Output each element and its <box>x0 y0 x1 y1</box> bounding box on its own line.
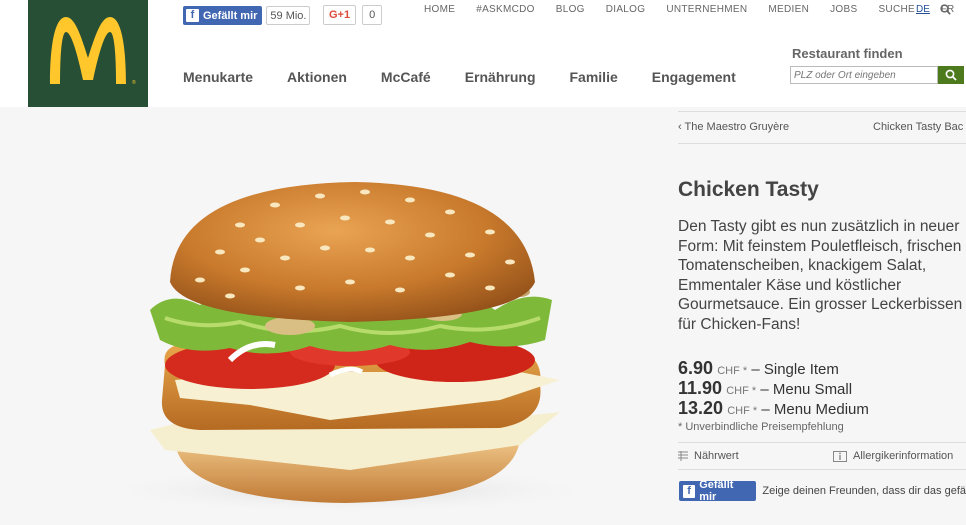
price-currency: CHF * <box>727 405 758 417</box>
product-nav-divider-bottom <box>678 143 966 144</box>
facebook-like-count: 59 Mio. <box>266 6 311 25</box>
facebook-icon: f <box>186 9 199 22</box>
google-plus-count: 0 <box>362 5 383 25</box>
google-plus-widget[interactable]: G+1 0 <box>323 5 383 25</box>
next-product-link[interactable]: Chicken Tasty Bac <box>873 121 963 133</box>
main-navigation: Menukarte Aktionen McCafé Ernährung Fami… <box>183 69 770 85</box>
price-list: 6.90 CHF * – Single Item 11.90 CHF * – M… <box>678 358 869 418</box>
topnav-medien[interactable]: MEDIEN <box>768 4 809 15</box>
info-icon <box>833 450 847 462</box>
mcdonalds-logo[interactable]: ® <box>28 0 148 107</box>
search-icon <box>945 69 957 81</box>
product-title: Chicken Tasty <box>678 178 819 201</box>
price-note: * Unverbindliche Preisempfehlung <box>678 421 844 433</box>
language-fr[interactable]: FR <box>941 4 954 15</box>
mainnav-ernaehrung[interactable]: Ernährung <box>465 69 536 85</box>
next-product-label: Chicken Tasty Bac <box>873 121 964 133</box>
facebook-like-button[interactable]: f Gefällt mir <box>183 6 263 25</box>
price-value: 11.90 <box>678 378 723 398</box>
topnav-jobs[interactable]: JOBS <box>830 4 857 15</box>
info-divider-top <box>678 442 966 443</box>
facebook-like-label: Gefällt mir <box>699 479 734 503</box>
mainnav-mccafe[interactable]: McCafé <box>381 69 431 85</box>
mainnav-engagement[interactable]: Engagement <box>652 69 736 85</box>
facebook-icon: f <box>683 484 696 498</box>
svg-text:®: ® <box>132 79 136 86</box>
nutrition-link[interactable]: Nährwert <box>678 450 739 462</box>
facebook-share-widget: f Gefällt mir Zeige deinen Freunden, das… <box>679 479 966 503</box>
nutrition-label: Nährwert <box>694 450 739 462</box>
topnav-unternehmen[interactable]: UNTERNEHMEN <box>666 4 747 15</box>
facebook-share-text: Zeige deinen Freunden, dass dir das gefä <box>762 485 966 497</box>
price-label: – Single Item <box>751 361 839 378</box>
previous-product-label: The Maestro Gruyère <box>684 121 790 133</box>
top-navigation: HOME #ASKMCDO BLOG DIALOG UNTERNEHMEN ME… <box>424 4 951 15</box>
previous-product-link[interactable]: ‹ The Maestro Gruyère <box>678 121 789 133</box>
price-currency: CHF * <box>717 365 748 377</box>
restaurant-search-button[interactable] <box>938 66 964 84</box>
price-label: – Menu Small <box>760 381 853 398</box>
price-row: 11.90 CHF * – Menu Small <box>678 378 869 398</box>
price-row: 13.20 CHF * – Menu Medium <box>678 398 869 418</box>
product-description: Den Tasty gibt es nun zusätzlich in neue… <box>678 218 963 333</box>
google-plus-button[interactable]: G+1 <box>323 5 357 25</box>
price-row: 6.90 CHF * – Single Item <box>678 358 869 378</box>
product-nav-divider-top <box>678 111 966 112</box>
search-label: SUCHE <box>878 4 915 15</box>
topnav-blog[interactable]: BLOG <box>556 4 585 15</box>
topnav-askmcdo[interactable]: #ASKMCDO <box>476 4 535 15</box>
mainnav-aktionen[interactable]: Aktionen <box>287 69 347 85</box>
restaurant-finder-title: Restaurant finden <box>792 46 903 61</box>
price-label: – Menu Medium <box>761 401 869 418</box>
language-switcher: DE FR IT <box>916 4 966 15</box>
allergy-label: Allergikerinformation <box>853 450 954 462</box>
product-image <box>0 107 670 520</box>
facebook-like-widget[interactable]: f Gefällt mir 59 Mio. <box>183 6 311 25</box>
topnav-home[interactable]: HOME <box>424 4 455 15</box>
price-value: 13.20 <box>678 398 724 418</box>
price-currency: CHF * <box>726 385 757 397</box>
facebook-like-button[interactable]: f Gefällt mir <box>679 479 757 503</box>
topnav-dialog[interactable]: DIALOG <box>606 4 646 15</box>
facebook-like-label: Gefällt mir <box>203 9 258 22</box>
nutrition-table-icon <box>678 451 688 461</box>
restaurant-search-input[interactable] <box>790 66 938 84</box>
mainnav-familie[interactable]: Familie <box>570 69 618 85</box>
mainnav-menukarte[interactable]: Menukarte <box>183 69 253 85</box>
language-de[interactable]: DE <box>916 4 930 15</box>
info-divider-bottom <box>678 469 966 470</box>
price-value: 6.90 <box>678 358 714 378</box>
allergy-info-link[interactable]: Allergikerinformation <box>833 450 953 462</box>
chevron-left-icon: ‹ <box>678 121 682 133</box>
